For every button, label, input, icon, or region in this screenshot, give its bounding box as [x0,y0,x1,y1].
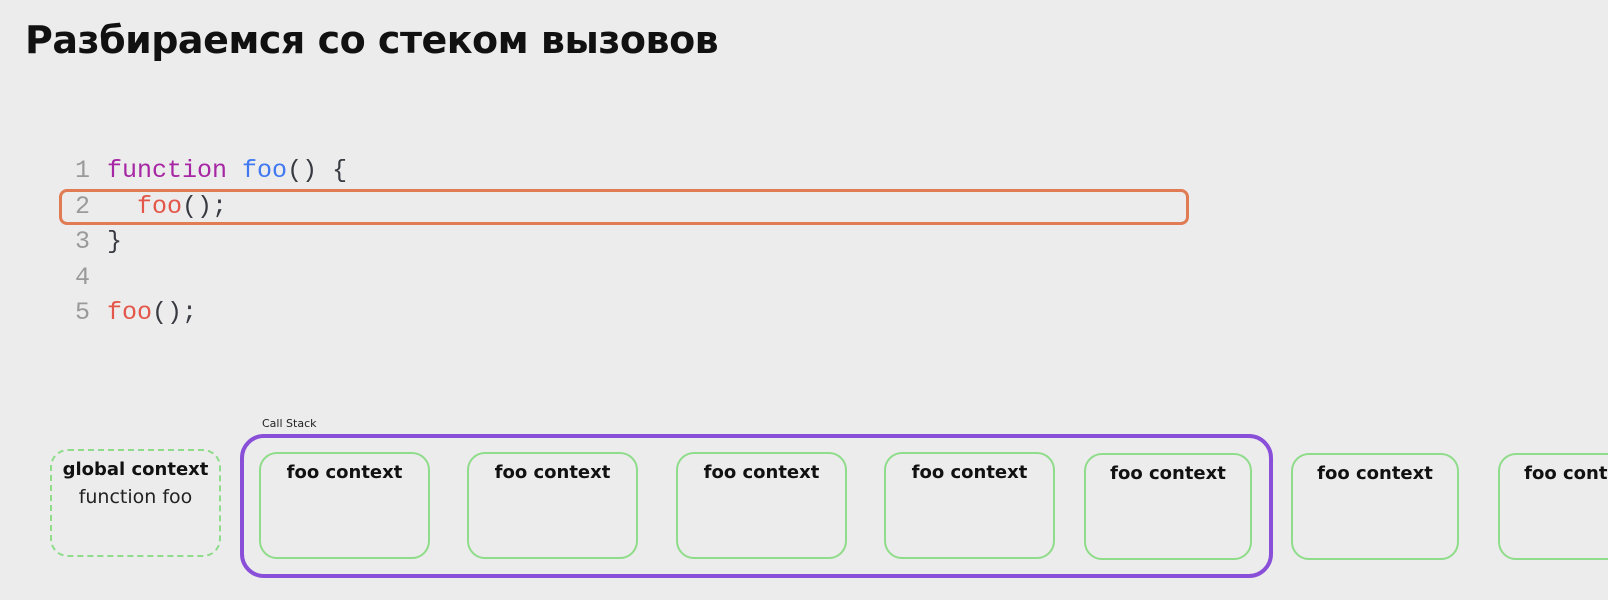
code-punctuation: () { [287,156,348,185]
line-number: 4 [75,262,91,292]
line-number: 5 [75,298,91,327]
foo-context-box: foo context [259,452,430,559]
code-block: 1 function foo() { 2 foo(); 3} 4 5 foo(); [75,153,347,331]
foo-context-title: foo context [286,462,403,483]
slide-title: Разбираемся со стеком вызовов [25,18,719,62]
foo-context-title: foo context [494,462,611,483]
function-name: foo [242,156,288,185]
code-line-4: 4 [75,260,347,296]
line-number: 1 [75,156,91,185]
global-context-box: global context function foo [50,449,221,557]
function-call: foo [107,298,153,327]
foo-context-title: foo context [1317,463,1433,484]
overflow-foo-context-box: foo context [1498,453,1608,560]
foo-context-title: foo context [703,462,820,483]
code-line-5: 5 foo(); [75,295,347,331]
keyword-function: function [107,156,228,185]
global-context-subtitle: function foo [78,486,193,508]
foo-context-box: foo context [884,452,1055,559]
overflow-foo-context-box: foo context [1291,453,1459,560]
current-line-highlight [59,189,1189,225]
code-line-1: 1 function foo() { [75,153,347,189]
foo-context-title: foo context [1524,463,1608,484]
foo-context-title: foo context [911,462,1028,483]
code-punctuation: } [107,227,123,256]
foo-context-box: foo context [467,452,638,559]
foo-context-box: foo context [676,452,847,559]
line-number: 3 [75,227,91,256]
global-context-title: global context [62,459,209,480]
code-punctuation: (); [152,298,198,327]
call-stack-label: Call Stack [262,417,317,430]
foo-context-title: foo context [1110,463,1226,484]
code-line-3: 3} [75,224,347,260]
foo-context-box: foo context [1084,453,1252,560]
